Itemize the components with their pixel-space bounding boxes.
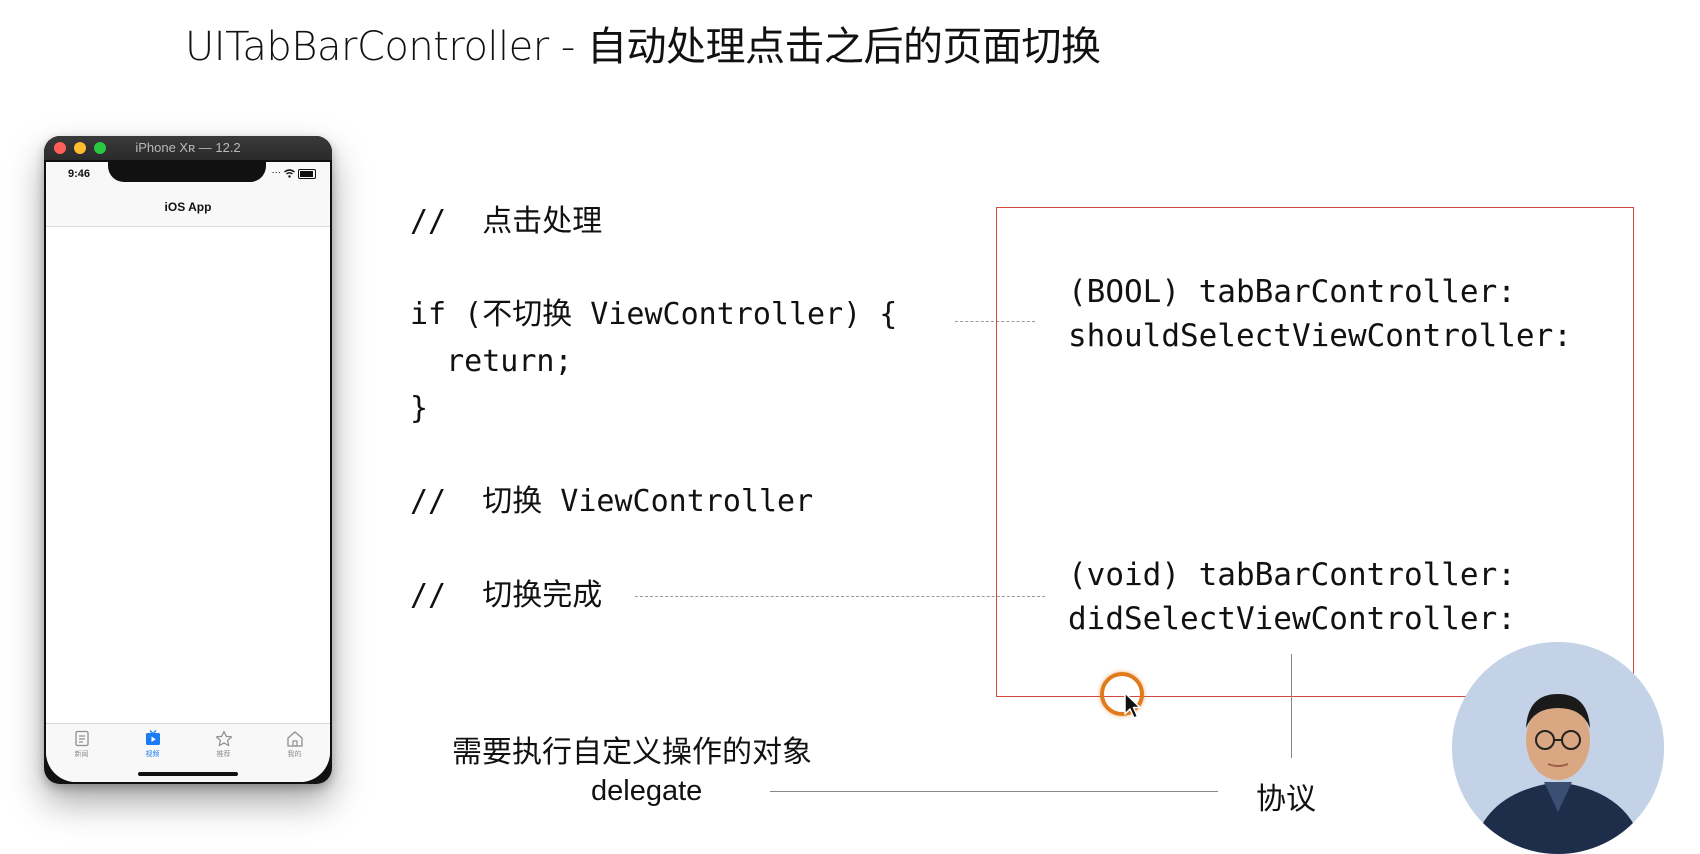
star-icon [215,730,232,747]
nav-title: iOS App [164,200,212,214]
method-should-select-line2: shouldSelectViewController: [1068,318,1572,354]
signal-icon: ⋅⋅⋅ [271,168,281,179]
simulator-window[interactable]: iPhone Xʀ — 12.2 9:46 ⋅⋅⋅ iOS App 新闻 视频 … [44,136,332,784]
protocol-label: 协议 [1256,782,1316,817]
delegate-object-label: 需要执行自定义操作的对象 [452,735,812,770]
tab-label-news: 新闻 [74,750,89,758]
code-comment-done: // 切换完成 [410,578,603,613]
delegate-protocol-line [770,791,1218,792]
status-bar: 9:46 ⋅⋅⋅ [46,162,330,190]
status-icons: ⋅⋅⋅ [271,168,316,179]
home-indicator[interactable] [138,772,238,776]
code-if-line: if (不切换 ViewController) { [410,297,898,332]
connector-did-select [635,596,1045,597]
tab-label-mine: 我的 [287,750,302,758]
code-comment-switch: // 切换 ViewController [410,484,814,519]
method-did-select-line2: didSelectViewController: [1068,601,1516,637]
news-icon [74,730,89,747]
tab-label-recommend: 推荐 [216,750,231,758]
home-icon [286,731,303,747]
protocol-pointer-line [1291,654,1292,758]
slide: UITabBarController - 自动处理点击之后的页面切换 iPhon… [0,0,1700,854]
tab-mine[interactable]: 我的 [259,724,330,782]
code-return-line: return; [410,344,573,379]
presenter-icon [1452,642,1664,854]
delegate-label: delegate [591,775,703,807]
simulator-title: iPhone Xʀ — 12.2 [135,140,241,155]
mouse-cursor-icon [1124,692,1141,719]
slide-title: UITabBarController - 自动处理点击之后的页面切换 [185,24,1101,70]
presenter-webcam [1452,642,1664,854]
phone-notch [108,162,266,182]
method-did-select-line1: (void) tabBarController: [1068,557,1516,593]
status-time: 9:46 [68,168,91,180]
battery-icon [298,168,316,179]
tab-label-video: 视频 [145,750,160,758]
navigation-bar: iOS App [46,190,330,227]
code-close-brace: } [410,391,429,426]
code-comment-tap-handling: // 点击处理 [410,204,603,239]
method-should-select-line1: (BOOL) tabBarController: [1068,274,1516,310]
video-icon [145,730,160,745]
tab-bar: 新闻 视频 推荐 我的 [46,723,330,782]
phone-screen[interactable]: 9:46 ⋅⋅⋅ iOS App 新闻 视频 推荐 我的 [46,162,330,782]
wifi-icon [284,169,295,178]
tab-news[interactable]: 新闻 [46,724,117,782]
simulator-titlebar[interactable]: iPhone Xʀ — 12.2 [44,136,332,160]
